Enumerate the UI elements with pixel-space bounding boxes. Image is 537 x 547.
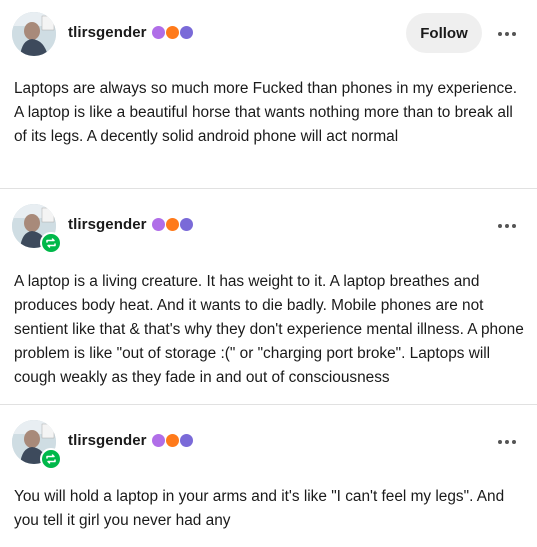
post-body: You will hold a laptop in your arms and … [14, 488, 505, 529]
post-header: tlirsgender [0, 204, 537, 254]
divider [0, 188, 537, 189]
purple-face-badge-icon [180, 218, 193, 231]
purple-sparkle-badge-icon [152, 26, 165, 39]
purple-face-badge-icon [180, 434, 193, 447]
follow-button[interactable]: Follow [406, 13, 482, 53]
post-body: Laptops are always so much more Fucked t… [14, 80, 518, 145]
post-header: tlirsgender Follow [0, 12, 537, 56]
avatar[interactable] [12, 12, 56, 56]
orange-paw-badge-icon [166, 218, 179, 231]
avatar[interactable] [12, 204, 62, 254]
user-badges [152, 434, 193, 447]
purple-face-badge-icon [180, 26, 193, 39]
username[interactable]: tlirsgender [68, 432, 147, 449]
user-badges [152, 218, 193, 231]
orange-paw-badge-icon [166, 26, 179, 39]
ellipsis-icon [498, 440, 502, 444]
divider [0, 404, 537, 405]
ellipsis-icon [498, 224, 502, 228]
reblog-thread: tlirsgender Follow Laptops are always so… [0, 0, 537, 547]
post-header: tlirsgender [0, 420, 537, 470]
more-options-button[interactable] [494, 24, 520, 44]
username[interactable]: tlirsgender [68, 216, 147, 233]
more-options-button[interactable] [494, 432, 520, 452]
more-options-button[interactable] [494, 216, 520, 236]
orange-paw-badge-icon [166, 434, 179, 447]
ellipsis-icon [498, 32, 502, 36]
reblog-icon [40, 448, 62, 470]
avatar-icon [12, 12, 56, 56]
avatar[interactable] [12, 420, 62, 470]
username[interactable]: tlirsgender [68, 24, 147, 41]
purple-sparkle-badge-icon [152, 218, 165, 231]
reblog-icon [40, 232, 62, 254]
purple-sparkle-badge-icon [152, 434, 165, 447]
post-body: A laptop is a living creature. It has we… [14, 273, 524, 386]
user-badges [152, 26, 193, 39]
